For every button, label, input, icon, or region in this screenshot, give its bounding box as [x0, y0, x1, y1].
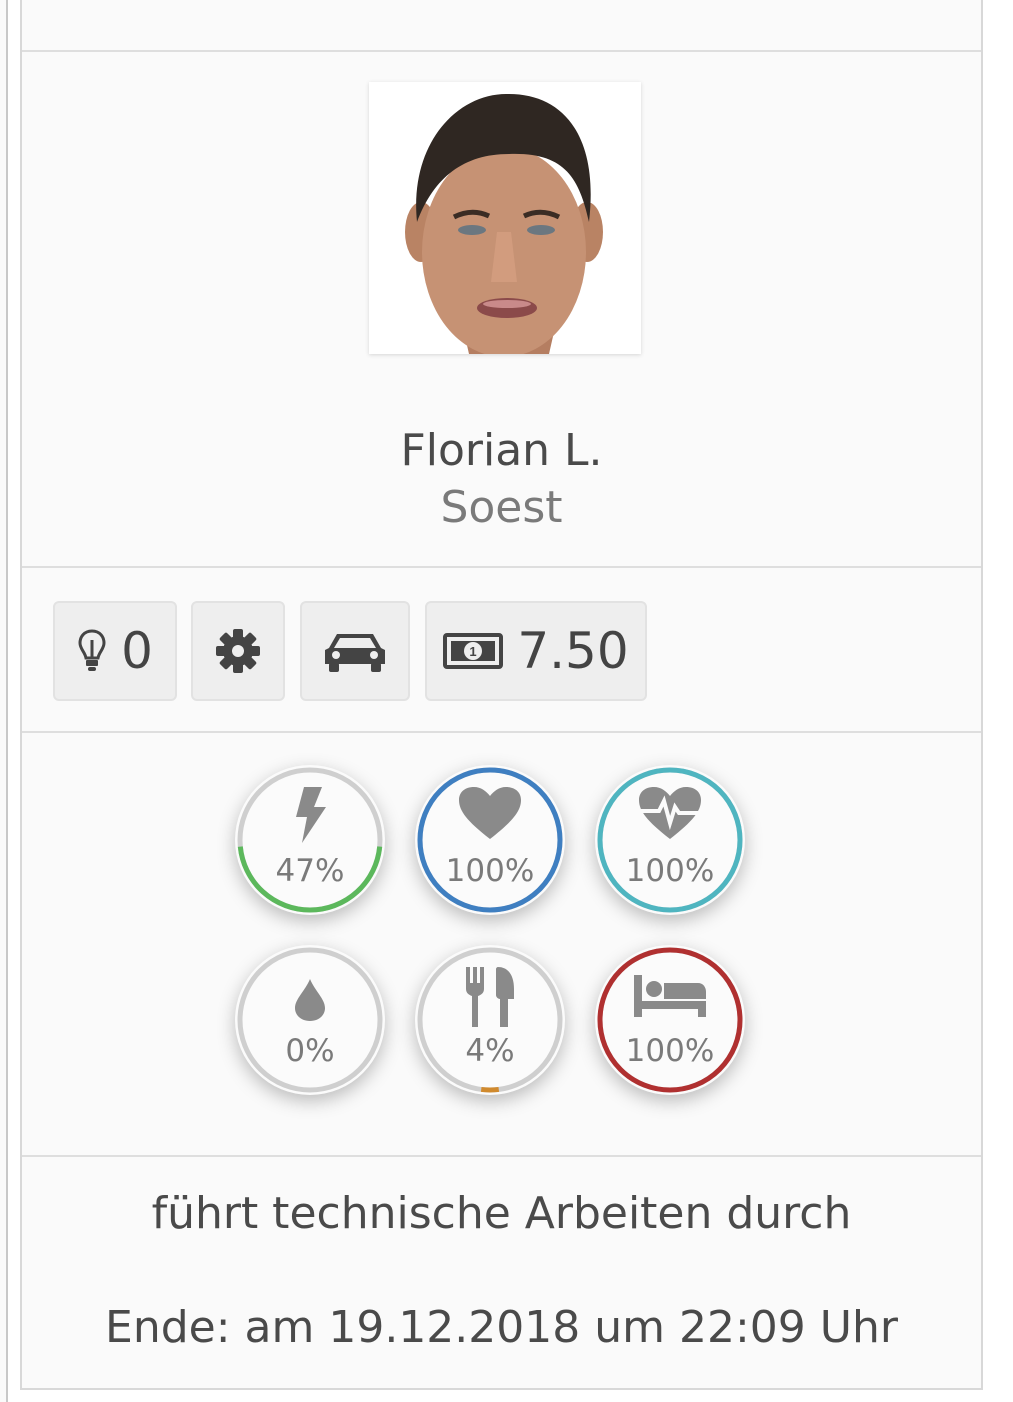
banknote-icon: 1: [443, 633, 504, 669]
love-gauge[interactable]: 100%: [415, 765, 565, 915]
heart-icon: [415, 785, 565, 841]
left-rail: [0, 0, 8, 1402]
divider: [22, 1155, 981, 1157]
thirst-gauge[interactable]: 0%: [235, 945, 385, 1095]
activity-end-time: Ende: am 19.12.2018 um 22:09 Uhr: [105, 1302, 898, 1353]
avatar-portrait: [369, 82, 641, 357]
love-value: 100%: [445, 853, 535, 889]
health-value: 100%: [625, 853, 715, 889]
car-icon: [323, 628, 387, 674]
divider: [22, 566, 981, 568]
vehicle-button[interactable]: [300, 601, 410, 701]
cutlery-icon: [415, 965, 565, 1029]
thirst-value: 0%: [285, 1033, 335, 1069]
health-gauge[interactable]: 100%: [595, 765, 745, 915]
avatar[interactable]: [369, 82, 641, 357]
settings-button[interactable]: [191, 601, 285, 701]
character-city: Soest: [440, 482, 563, 533]
character-card: Florian L. Soest 0 1 7.50 47% 100% 100% …: [20, 0, 983, 1390]
hunger-gauge[interactable]: 4%: [415, 945, 565, 1095]
energy-gauge[interactable]: 47%: [235, 765, 385, 915]
gauge-fill-hunger: [480, 1086, 500, 1093]
hunger-value: 4%: [465, 1033, 515, 1069]
drop-icon: [235, 977, 385, 1023]
gear-icon: [214, 627, 262, 675]
top-divider: [22, 50, 981, 52]
money-amount: 7.50: [517, 622, 629, 680]
lightning-icon: [235, 785, 385, 845]
activity-status: führt technische Arbeiten durch: [151, 1188, 852, 1239]
energy-value: 47%: [275, 853, 345, 889]
svg-text:1: 1: [470, 644, 477, 659]
sleep-gauge[interactable]: 100%: [595, 945, 745, 1095]
sleep-value: 100%: [625, 1033, 715, 1069]
money-button[interactable]: 1 7.50: [425, 601, 647, 701]
lightbulb-icon: [77, 628, 107, 674]
gauge-fill-sleep: [597, 947, 743, 1093]
character-name: Florian L.: [400, 425, 603, 476]
heartbeat-icon: [595, 785, 745, 841]
bed-icon: [595, 973, 745, 1019]
ideas-count: 0: [121, 622, 153, 680]
divider: [22, 731, 981, 733]
ideas-button[interactable]: 0: [53, 601, 177, 701]
